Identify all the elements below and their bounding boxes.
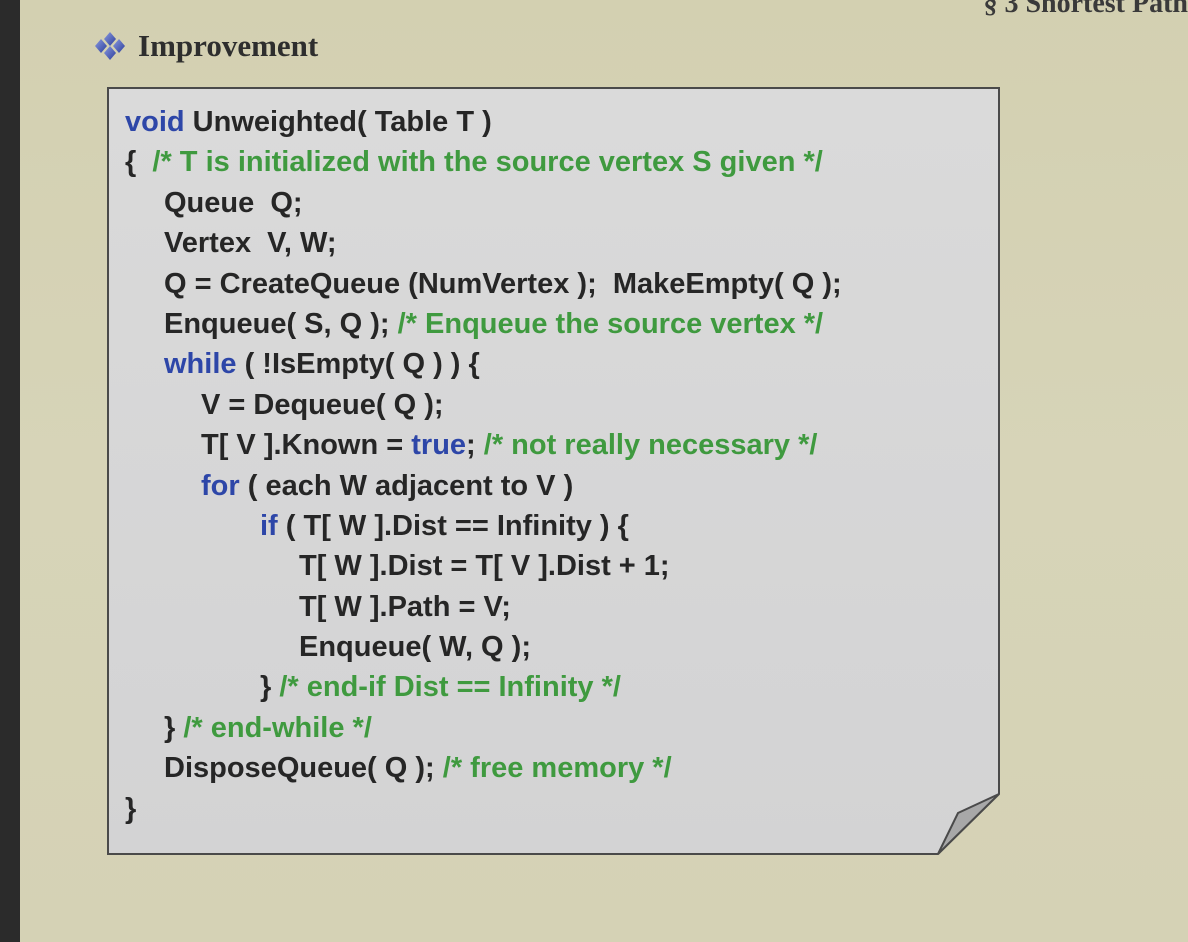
code-text: Unweighted( Table T ) [184,106,492,138]
code-text: ; [466,429,484,462]
left-edge-bar [0,0,20,942]
code-text: ( each W adjacent to V ) [239,469,574,502]
code-keyword: true [411,429,467,462]
code-line: for ( each W adjacent to V ) [125,466,842,506]
code-line: if ( T[ W ].Dist == Infinity ) { [125,506,842,546]
code-text: ( T[ W ].Dist == Infinity ) { [277,509,629,542]
code-text: Q = CreateQueue (NumVertex ); MakeEmpty(… [164,267,842,300]
code-box: void Unweighted( Table T ){ /* T is init… [107,87,1000,855]
code-line: T[ V ].Known = true; /* not really neces… [125,425,842,465]
heading-text: Improvement [138,28,319,63]
code-line: Q = CreateQueue (NumVertex ); MakeEmpty(… [125,264,842,304]
code-line: } [125,789,842,829]
code-text: { [125,146,153,179]
code-line: DisposeQueue( Q ); /* free memory */ [125,748,842,788]
code-text: } [125,792,137,825]
code-listing: void Unweighted( Table T ){ /* T is init… [125,102,842,829]
code-line: Vertex V, W; [125,223,842,263]
slide-heading: Improvement [92,28,318,64]
code-comment: /* end-if Dist == Infinity */ [279,671,621,704]
code-text: Vertex V, W; [164,227,337,260]
code-text: Enqueue( W, Q ); [299,631,531,664]
code-line: { /* T is initialized with the source ve… [125,142,842,182]
diamond-bullet-icon [95,32,125,60]
code-keyword: if [260,509,278,542]
code-keyword: void [125,106,185,138]
code-comment: /* not really necessary */ [483,429,818,462]
code-line: V = Dequeue( Q ); [125,385,842,425]
code-line: T[ W ].Path = V; [125,587,842,627]
slide: § 3 Shortest Path Improvement void Unwei… [20,0,1188,942]
code-text: Queue Q; [164,186,303,219]
code-text: } [260,671,280,704]
code-line: Enqueue( S, Q ); /* Enqueue the source v… [125,304,842,344]
code-comment: /* free memory */ [442,752,672,785]
code-comment: /* Enqueue the source vertex */ [397,307,824,340]
code-keyword: for [201,469,240,502]
code-comment: /* end-while */ [183,711,372,744]
code-text: } [164,711,184,744]
code-text: DisposeQueue( Q ); [164,752,443,785]
code-text: V = Dequeue( Q ); [201,388,444,421]
code-line: T[ W ].Dist = T[ V ].Dist + 1; [125,546,842,586]
code-text: ( !IsEmpty( Q ) ) { [236,348,480,381]
code-text: Enqueue( S, Q ); [164,307,398,340]
code-text: T[ V ].Known = [201,429,412,462]
code-line: void Unweighted( Table T ) [125,102,842,142]
code-line: } /* end-while */ [125,708,842,748]
code-comment: /* T is initialized with the source vert… [152,146,823,179]
code-text: T[ W ].Path = V; [299,590,511,623]
code-line: Queue Q; [125,183,842,223]
section-label: § 3 Shortest Path [983,0,1188,19]
code-line: Enqueue( W, Q ); [125,627,842,667]
code-keyword: while [164,348,237,381]
code-line: } /* end-if Dist == Infinity */ [125,667,842,707]
code-line: while ( !IsEmpty( Q ) ) { [125,344,842,384]
code-text: T[ W ].Dist = T[ V ].Dist + 1; [299,550,670,583]
